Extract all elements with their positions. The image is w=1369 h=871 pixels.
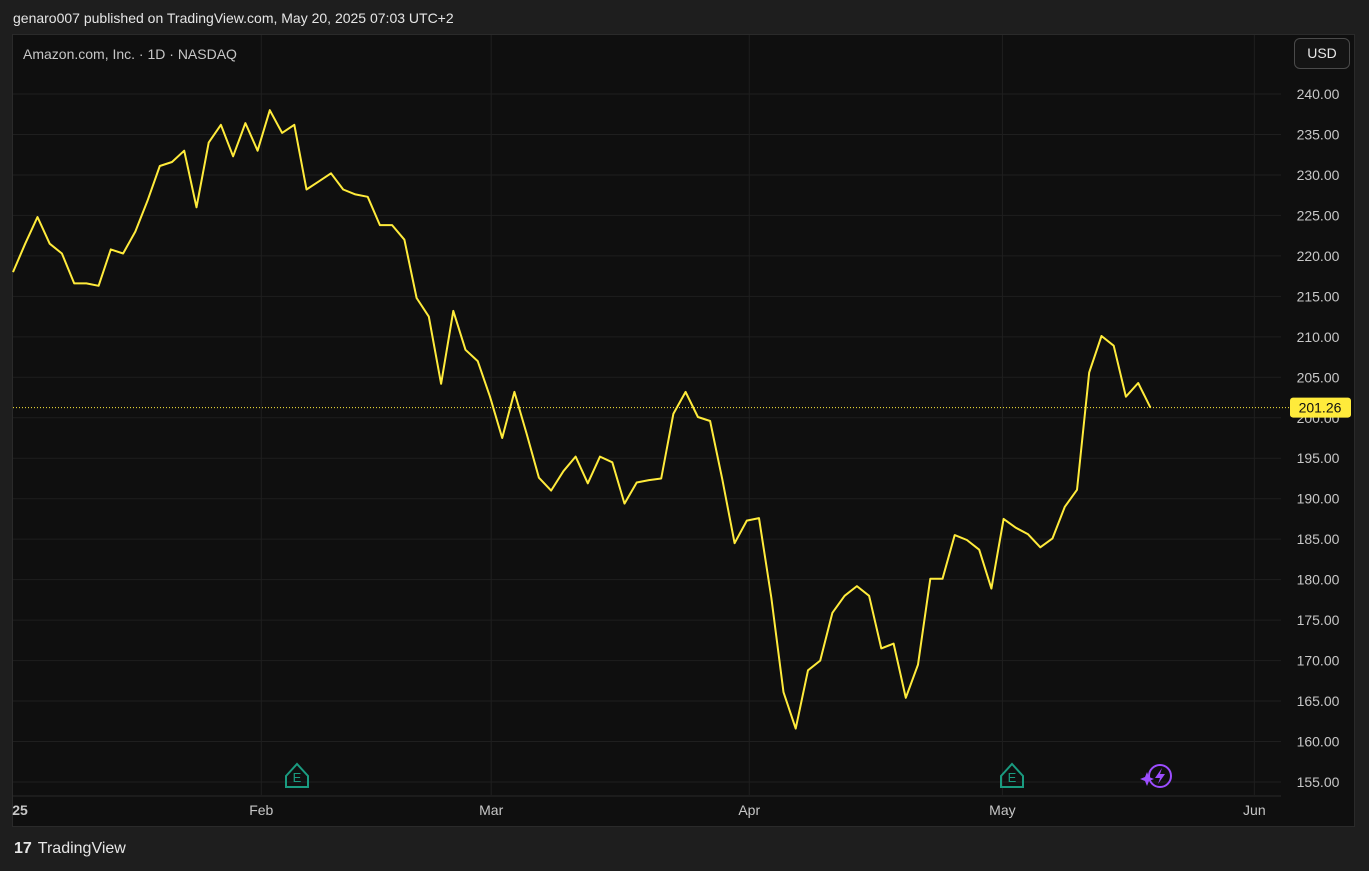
y-tick-label: 240.00	[1297, 86, 1340, 102]
y-tick-label: 190.00	[1297, 491, 1340, 507]
y-tick-label: 155.00	[1297, 774, 1340, 790]
earnings-marker[interactable]: E	[285, 762, 309, 788]
earnings-label: E	[293, 770, 302, 785]
y-tick-label: 185.00	[1297, 531, 1340, 547]
brand-name: TradingView	[37, 840, 126, 857]
price-chart[interactable]: 155.00 160.00 165.00 170.00 175.00 180.00 185.…	[0, 0, 1369, 871]
x-tick-label: Mar	[479, 802, 503, 818]
earnings-marker[interactable]: E	[1000, 762, 1024, 788]
price-series-line	[12, 109, 1152, 730]
x-tick-label: May	[989, 802, 1015, 818]
symbol-legend: Amazon.com, Inc. · 1D · NASDAQ	[23, 46, 237, 62]
x-tick-label: 25	[12, 802, 28, 818]
y-tick-label: 160.00	[1297, 734, 1340, 750]
y-tick-label: 210.00	[1297, 329, 1340, 345]
last-price-label: 201.26	[1299, 400, 1342, 416]
earnings-label: E	[1008, 770, 1017, 785]
y-tick-label: 235.00	[1297, 126, 1340, 142]
y-tick-label: 165.00	[1297, 693, 1340, 709]
y-axis: 155.00 160.00 165.00 170.00 175.00 180.00 185.…	[1297, 86, 1340, 790]
y-tick-label: 220.00	[1297, 248, 1340, 264]
currency-button[interactable]: USD	[1294, 38, 1350, 69]
x-tick-label: Feb	[249, 802, 273, 818]
x-tick-label: Apr	[738, 802, 760, 818]
y-tick-label: 195.00	[1297, 450, 1340, 466]
tradingview-logo: 17	[14, 840, 32, 857]
y-tick-label: 225.00	[1297, 207, 1340, 223]
x-axis: 25 Feb Mar Apr May Jun	[12, 795, 1281, 818]
y-tick-label: 205.00	[1297, 369, 1340, 385]
footer-brand[interactable]: 17 TradingView	[14, 840, 126, 858]
x-tick-label: Jun	[1243, 802, 1266, 818]
y-tick-label: 215.00	[1297, 288, 1340, 304]
y-tick-label: 170.00	[1297, 653, 1340, 669]
y-tick-label: 230.00	[1297, 167, 1340, 183]
y-tick-label: 175.00	[1297, 612, 1340, 628]
grid-lines	[13, 35, 1281, 795]
event-markers: EE	[285, 762, 1172, 788]
last-price-tag: 201.26	[1290, 397, 1351, 418]
flash-marker[interactable]	[1140, 764, 1172, 788]
y-tick-label: 180.00	[1297, 572, 1340, 588]
